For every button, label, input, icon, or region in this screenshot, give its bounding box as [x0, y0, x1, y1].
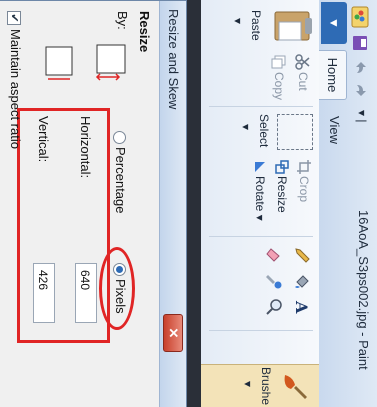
- resize-diagram-icon: [25, 41, 76, 87]
- resize-section-label: Resize: [137, 11, 152, 53]
- percentage-label: Percentage: [113, 147, 128, 214]
- ribbon-home-panel: Paste ▾ Cut Copy Select ▾ Crop Resize Ro…: [200, 0, 319, 407]
- brushes-button[interactable]: Brushe ▾: [201, 364, 319, 407]
- checkmark-icon: ✔: [8, 13, 20, 23]
- dialog-title-bar: Resize and Skew ✕: [159, 1, 186, 407]
- copy-button[interactable]: Copy: [272, 72, 286, 100]
- copy-icon[interactable]: [266, 54, 287, 70]
- select-button[interactable]: Select: [257, 114, 271, 147]
- crop-icon[interactable]: [292, 160, 311, 174]
- paste-button[interactable]: Paste: [249, 10, 263, 41]
- crop-button[interactable]: Crop: [297, 176, 311, 202]
- resize-skew-dialog: Resize and Skew ✕ Resize By: Percentage …: [0, 0, 187, 407]
- paint-app-icon: [349, 6, 369, 28]
- select-dropdown-icon[interactable]: ▾: [239, 124, 253, 130]
- svg-text:A: A: [293, 300, 311, 314]
- brushes-label: Brushe: [259, 367, 273, 406]
- undo-icon[interactable]: [351, 58, 369, 76]
- cut-button[interactable]: Cut: [296, 72, 310, 91]
- paint-window: ▾ | 16AoA_S3ps002.jpg - Paint ▼ Home Vie…: [0, 0, 377, 407]
- resize-button[interactable]: Resize: [275, 176, 289, 213]
- percentage-radio[interactable]: [113, 131, 126, 144]
- close-icon: ✕: [166, 327, 181, 339]
- annotation-rectangle: [17, 108, 110, 343]
- resize-diagram-icon: [80, 41, 131, 87]
- screenshot-stage: ▾ | 16AoA_S3ps002.jpg - Paint ▼ Home Vie…: [0, 0, 377, 407]
- close-button[interactable]: ✕: [163, 314, 183, 352]
- maintain-aspect-label: Maintain aspect ratio: [8, 29, 23, 149]
- window-title: 16AoA_S3ps002.jpg - Paint: [356, 210, 371, 370]
- redo-icon[interactable]: [351, 82, 369, 100]
- text-icon[interactable]: A: [288, 298, 311, 316]
- qat-customize-icon[interactable]: ▾ |: [355, 110, 369, 122]
- tab-view[interactable]: View: [321, 108, 347, 152]
- file-menu-button[interactable]: ▼: [321, 2, 347, 44]
- resize-icon[interactable]: [270, 160, 289, 174]
- fill-icon[interactable]: [288, 272, 311, 290]
- ribbon-separator: [209, 330, 313, 331]
- tab-home[interactable]: Home: [318, 50, 347, 100]
- canvas-area-strip: [187, 0, 201, 407]
- paste-dropdown-icon[interactable]: ▾: [231, 18, 245, 24]
- magnifier-icon[interactable]: [260, 298, 283, 316]
- select-icon[interactable]: [277, 114, 313, 150]
- cut-icon[interactable]: [290, 54, 311, 70]
- rotate-icon[interactable]: [248, 160, 267, 174]
- color-picker-icon[interactable]: [260, 272, 283, 290]
- save-icon[interactable]: [351, 34, 369, 52]
- by-label: By:: [115, 11, 130, 30]
- pencil-icon[interactable]: [288, 246, 311, 264]
- maintain-aspect-checkbox[interactable]: ✔: [7, 11, 21, 25]
- ribbon-separator: [209, 236, 313, 237]
- eraser-icon[interactable]: [260, 246, 283, 264]
- rotate-button[interactable]: Rotate ▾: [253, 176, 267, 221]
- brush-icon: [276, 371, 311, 401]
- ribbon-separator: [209, 106, 313, 107]
- paste-icon[interactable]: [271, 8, 313, 44]
- brushes-dropdown-icon[interactable]: ▾: [241, 381, 255, 387]
- dialog-title: Resize and Skew: [166, 9, 181, 110]
